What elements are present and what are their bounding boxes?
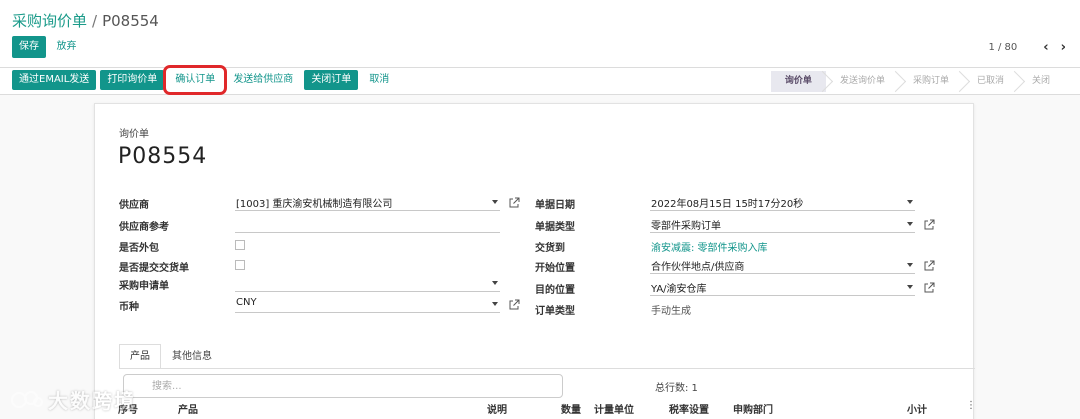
order-type-value: 零部件采购订单 [651, 221, 721, 232]
stage-rfq-sent[interactable]: 发送询价单 [826, 71, 899, 92]
send-to-vendor-button[interactable]: 发送给供应商 [226, 70, 300, 90]
caret-down-icon[interactable] [492, 302, 498, 306]
order-category-value: 手动生成 [651, 306, 691, 317]
source-location-value: 合作伙伴地点/供应商 [651, 262, 745, 273]
caret-down-icon[interactable] [907, 285, 913, 289]
source-location-field[interactable]: 合作伙伴地点/供应商 [650, 257, 915, 274]
currency-label: 币种 [119, 302, 139, 313]
stage-closed[interactable]: 关闭 [1018, 71, 1064, 92]
confirm-order-button[interactable]: 确认订单 [163, 65, 228, 95]
external-link-icon[interactable] [508, 299, 520, 311]
dest-location-label: 目的位置 [535, 285, 575, 296]
submit-delivery-checkbox[interactable] [235, 260, 245, 270]
column-header-quantity[interactable]: 数量 [561, 401, 581, 416]
breadcrumb: 采购询价单 / P08554 [12, 10, 159, 31]
breadcrumb-parent-link[interactable]: 采购询价单 [12, 12, 87, 30]
watermark: 大数跨境 [10, 385, 136, 414]
watermark-logo-icon [11, 390, 43, 408]
search-input[interactable] [124, 375, 562, 397]
currency-value: CNY [236, 297, 257, 308]
order-type-label: 单据类型 [535, 222, 575, 233]
print-rfq-button[interactable]: 打印询价单 [100, 70, 165, 90]
currency-field[interactable]: CNY [235, 296, 500, 313]
save-button[interactable]: 保存 [12, 36, 46, 58]
order-category-label: 订单类型 [535, 306, 575, 317]
vendor-field[interactable]: [1003] 重庆渝安机械制造有限公司 [235, 194, 500, 211]
status-stages: 询价单 发送询价单 采购订单 已取消 关闭 [770, 71, 1064, 92]
column-header-subtotal[interactable]: 小计 [907, 401, 927, 416]
edit-buttons: 保存 放弃 [12, 36, 84, 58]
order-date-label: 单据日期 [535, 200, 575, 211]
requisition-field[interactable] [235, 275, 500, 292]
tab-divider [119, 368, 975, 369]
column-header-description[interactable]: 说明 [487, 401, 507, 416]
stage-rfq[interactable]: 询价单 [770, 71, 826, 92]
caret-down-icon[interactable] [907, 263, 913, 267]
stage-cancelled[interactable]: 已取消 [963, 71, 1018, 92]
breadcrumb-current: P08554 [102, 12, 159, 30]
external-link-icon[interactable] [923, 282, 935, 294]
control-panel: 采购询价单 / P08554 保存 放弃 1 / 80 ‹ › [0, 0, 1080, 68]
external-link-icon[interactable] [923, 260, 935, 272]
external-link-icon[interactable] [508, 197, 520, 209]
caret-down-icon[interactable] [492, 281, 498, 285]
column-header-tax[interactable]: 税率设置 [669, 401, 709, 416]
caret-down-icon[interactable] [907, 222, 913, 226]
column-header-department[interactable]: 申购部门 [733, 401, 773, 416]
order-date-value: 2022年08月15日 15时17分20秒 [651, 199, 804, 210]
breadcrumb-separator: / [92, 12, 98, 30]
statusbar: 通过EMAIL发送 打印询价单 确认订单 发送给供应商 关闭订单 取消 询价单 … [0, 65, 1080, 95]
dest-location-value: YA/渝安仓库 [651, 284, 707, 295]
column-header-product[interactable]: 产品 [178, 401, 198, 416]
source-location-label: 开始位置 [535, 263, 575, 274]
document-name: P08554 [118, 144, 208, 169]
send-email-button[interactable]: 通过EMAIL发送 [12, 70, 97, 90]
notebook-tabs: 产品 其他信息 [119, 344, 223, 369]
deliver-to-link[interactable]: 渝安减震: 零部件采购入库 [651, 239, 768, 254]
external-link-icon[interactable] [923, 219, 935, 231]
vendor-ref-label: 供应商参考 [119, 222, 169, 233]
discard-button[interactable]: 放弃 [50, 36, 84, 58]
dest-location-field[interactable]: YA/渝安仓库 [650, 279, 915, 296]
watermark-text: 大数跨境 [48, 389, 136, 413]
chevron-left-icon[interactable]: ‹ [1043, 40, 1048, 55]
vendor-label: 供应商 [119, 200, 149, 211]
submit-delivery-label: 是否提交交货单 [119, 263, 189, 274]
header-actions: 通过EMAIL发送 打印询价单 确认订单 发送给供应商 关闭订单 取消 [12, 65, 396, 95]
cancel-button[interactable]: 取消 [362, 70, 396, 90]
outsourced-checkbox[interactable] [235, 240, 245, 250]
document-kind: 询价单 [119, 129, 149, 140]
vendor-value: [1003] 重庆渝安机械制造有限公司 [236, 199, 393, 210]
pager-value[interactable]: 1 / 80 [988, 42, 1017, 53]
total-rows: 总行数: 1 [655, 383, 698, 394]
caret-down-icon[interactable] [907, 200, 913, 204]
pager: 1 / 80 ‹ › [988, 40, 1066, 55]
outsourced-label: 是否外包 [119, 243, 159, 254]
product-search-box [123, 374, 563, 398]
column-options-icon[interactable]: ⋮ [966, 400, 976, 411]
order-type-field[interactable]: 零部件采购订单 [650, 216, 915, 233]
requisition-label: 采购申请单 [119, 281, 169, 292]
vendor-ref-field[interactable] [235, 216, 500, 233]
close-order-button[interactable]: 关闭订单 [304, 70, 359, 90]
column-header-uom[interactable]: 计量单位 [594, 401, 634, 416]
stage-purchase-order[interactable]: 采购订单 [899, 71, 963, 92]
deliver-to-label: 交货到 [535, 243, 565, 254]
form-sheet: 询价单 P08554 供应商 [1003] 重庆渝安机械制造有限公司 供应商参考… [94, 103, 975, 419]
order-lines-header: 序号 产品 说明 数量 计量单位 税率设置 申购部门 小计 ⋮ [0, 397, 1080, 419]
order-date-field[interactable]: 2022年08月15日 15时17分20秒 [650, 194, 915, 211]
tab-other-info[interactable]: 其他信息 [161, 344, 223, 369]
caret-down-icon[interactable] [492, 200, 498, 204]
tab-products[interactable]: 产品 [119, 344, 161, 369]
chevron-right-icon[interactable]: › [1061, 40, 1066, 55]
